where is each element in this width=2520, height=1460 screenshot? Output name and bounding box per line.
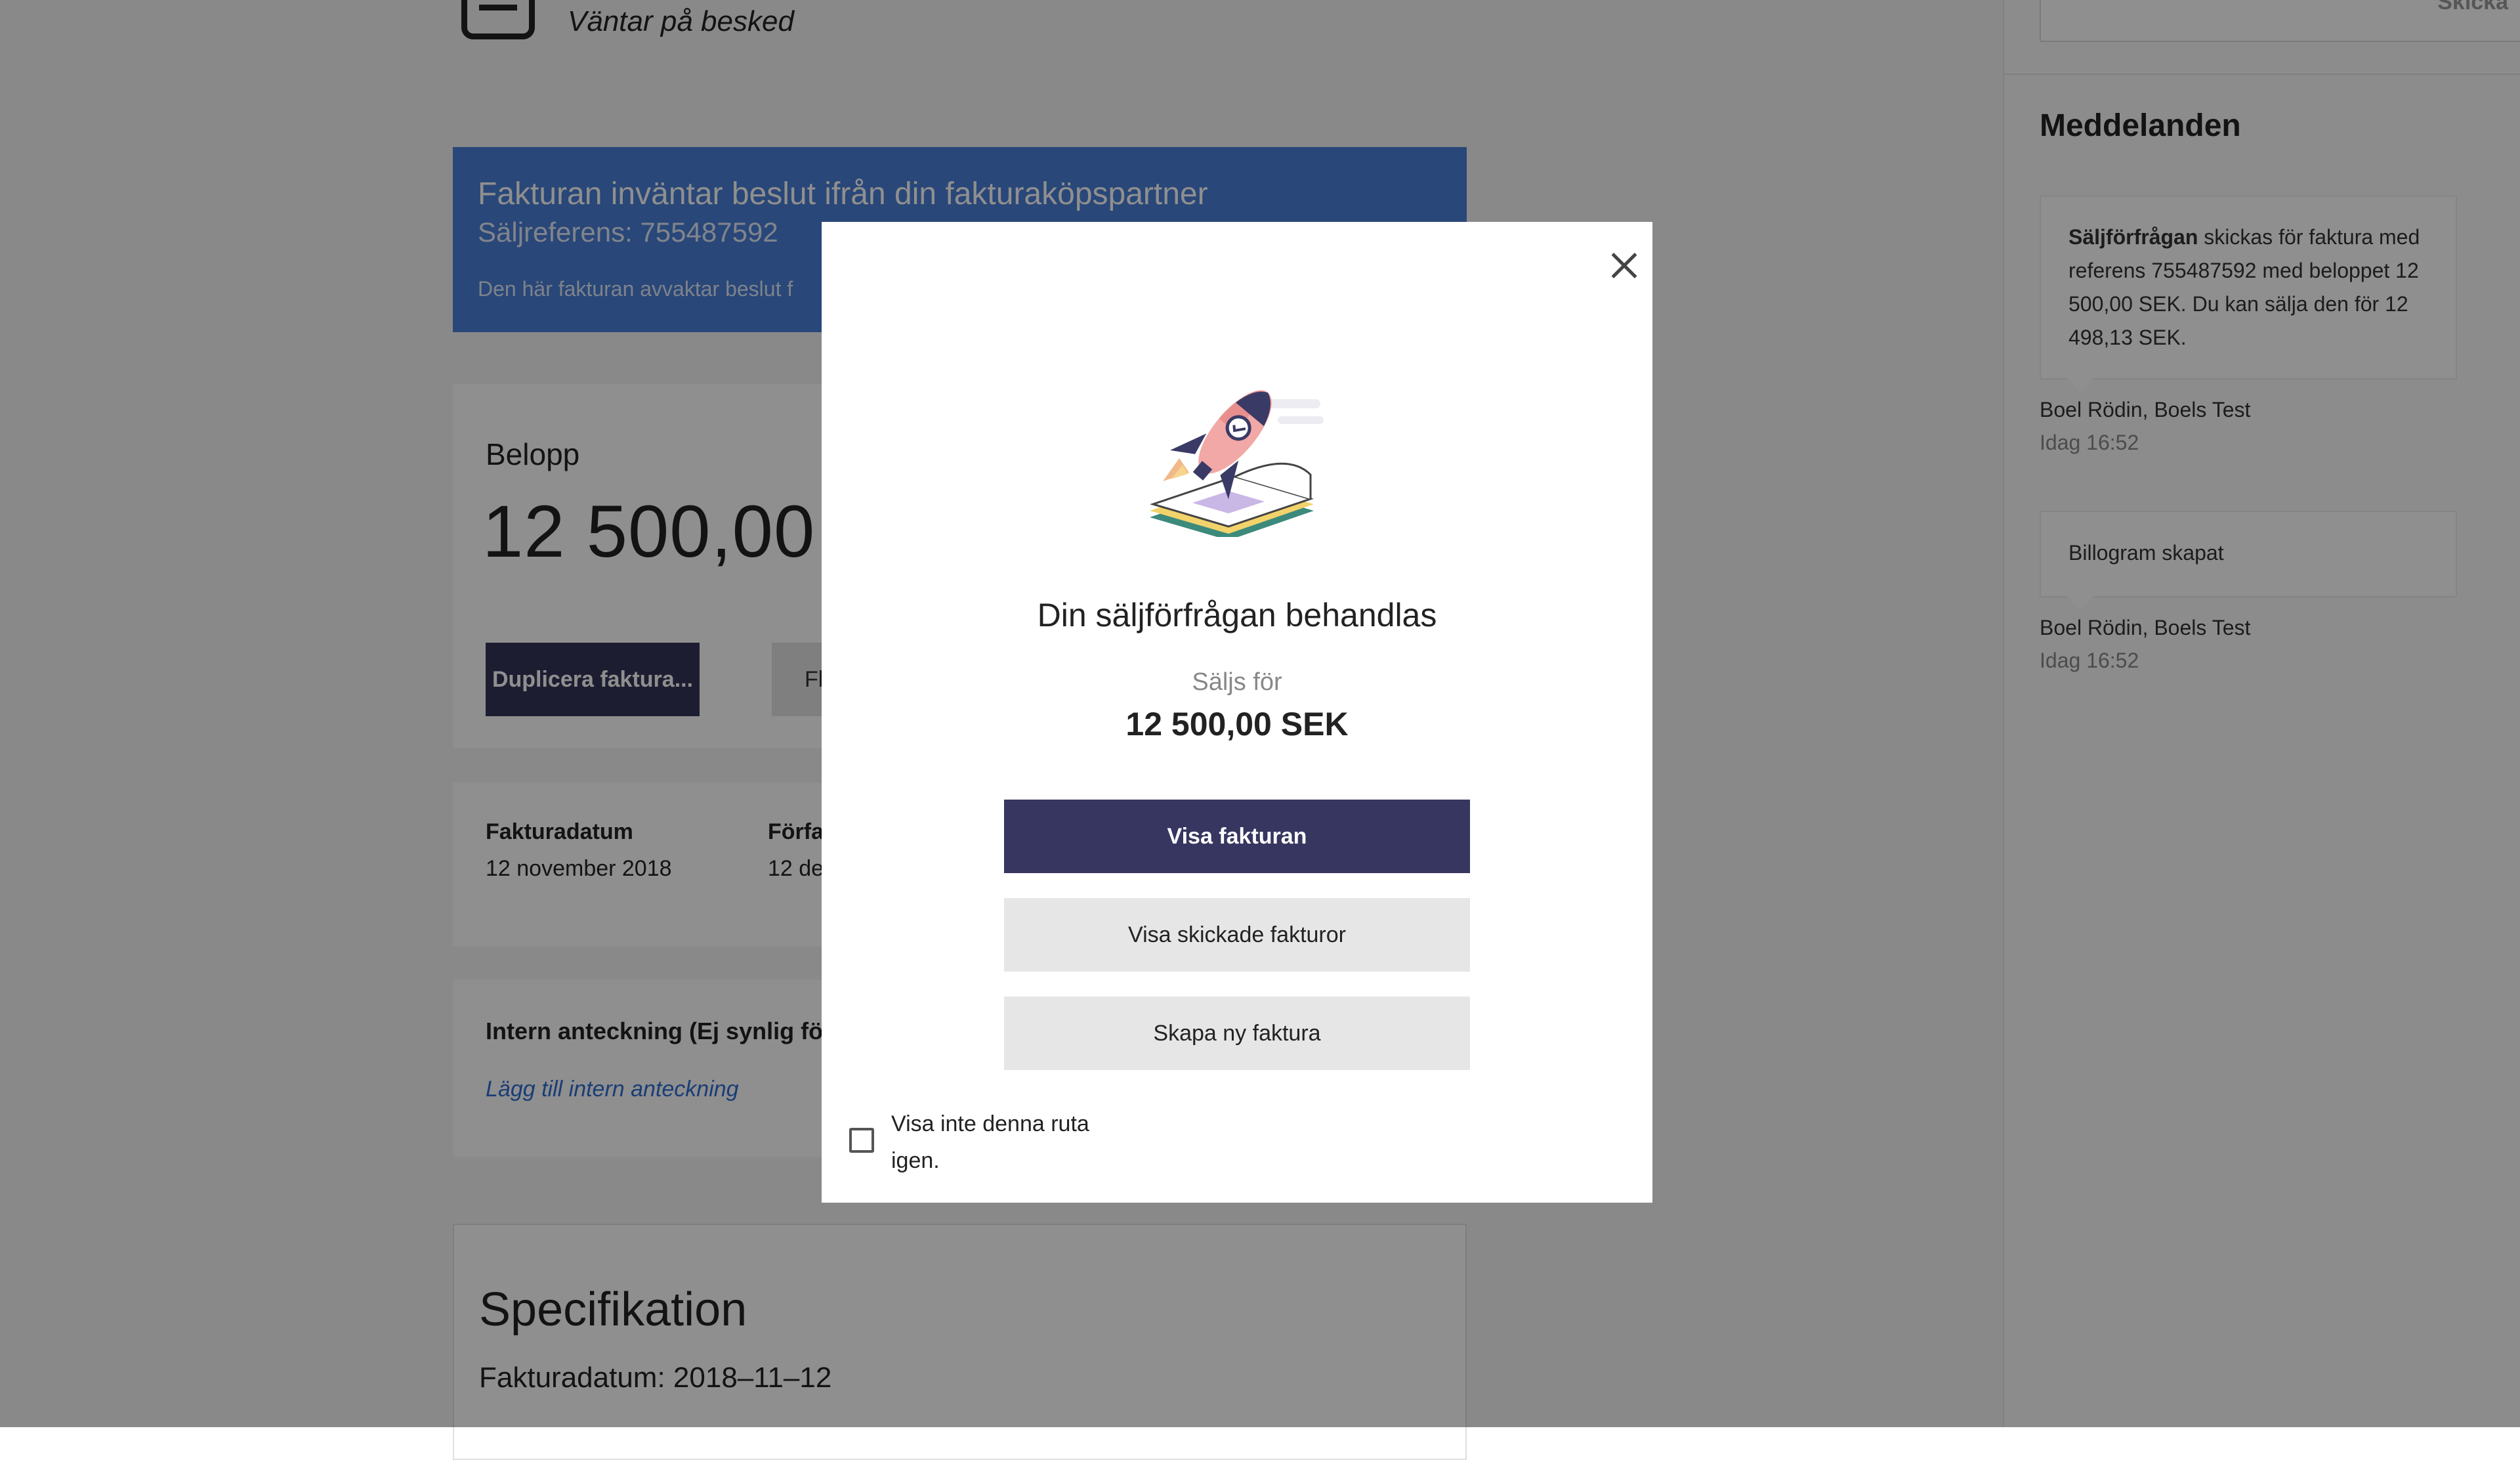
close-icon[interactable] [1603, 244, 1648, 290]
rocket-illustration-icon [1150, 390, 1324, 537]
modal-title: Din säljförfrågan behandlas [1037, 597, 1437, 633]
sold-for-label: Säljs för [1192, 668, 1282, 696]
sell-request-modal: Din säljförfrågan behandlas Säljs för 12… [822, 222, 1652, 1203]
dont-show-again-label[interactable]: Visa inte denna ruta igen. [891, 1106, 1114, 1179]
show-sent-invoices-button[interactable]: Visa skickade fakturor [1004, 898, 1470, 972]
show-invoice-button[interactable]: Visa fakturan [1004, 800, 1470, 873]
dont-show-again-checkbox[interactable] [849, 1128, 874, 1153]
sold-for-amount: 12 500,00 SEK [1125, 706, 1349, 742]
create-new-invoice-button[interactable]: Skapa ny faktura [1004, 997, 1470, 1070]
